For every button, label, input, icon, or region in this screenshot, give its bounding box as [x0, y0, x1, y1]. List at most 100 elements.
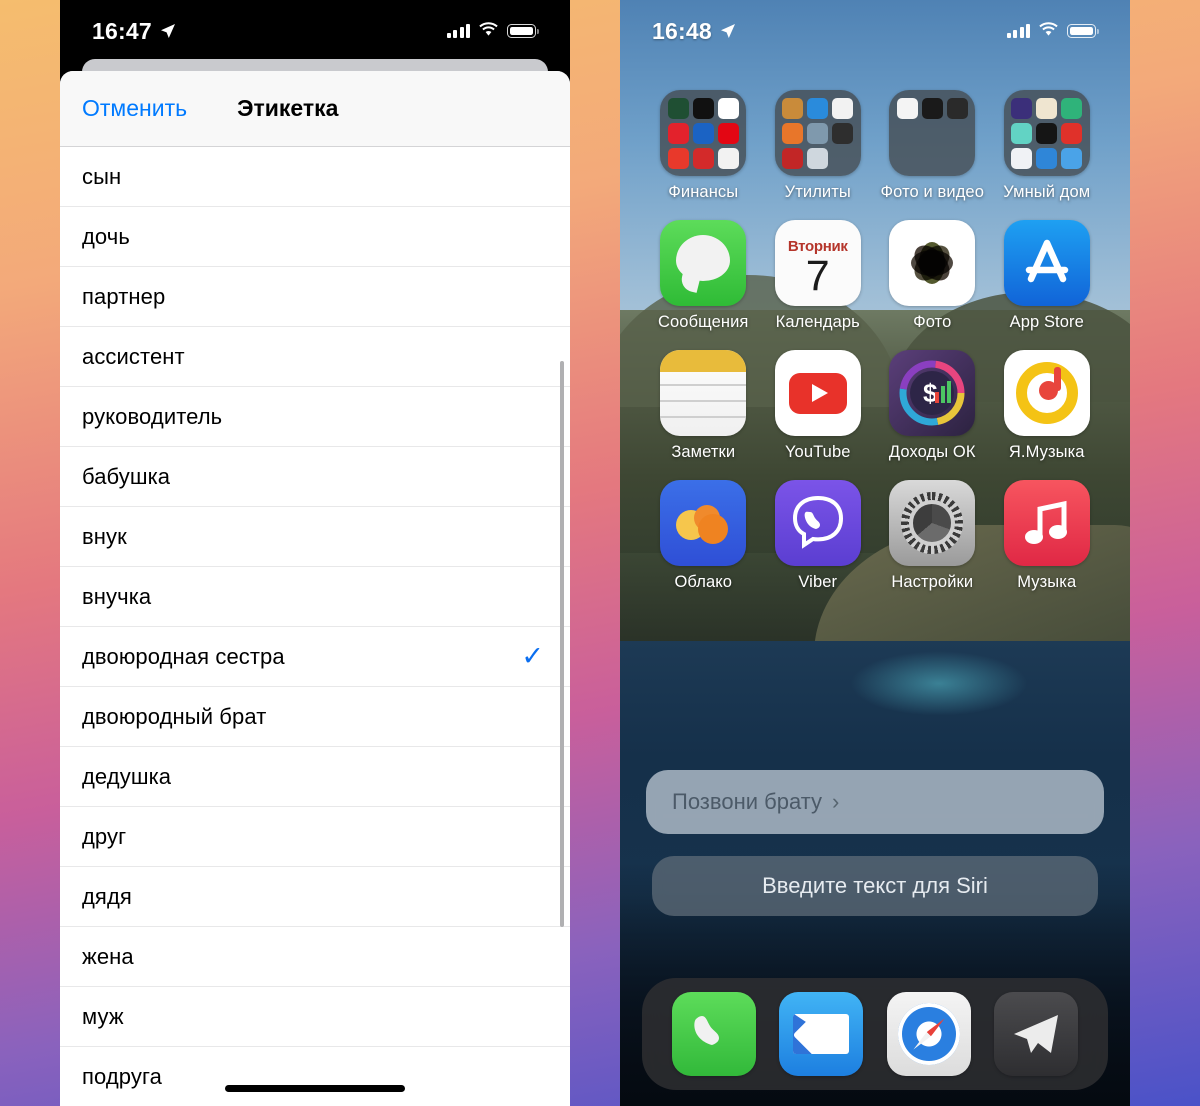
home-app-icon[interactable]: $ Доходы ОК	[875, 350, 990, 462]
chevron-right-icon: ›	[832, 789, 840, 814]
wifi-icon	[479, 21, 498, 41]
home-app-icon[interactable]: YouTube	[761, 350, 876, 462]
list-item[interactable]: дочь	[60, 207, 570, 267]
messages-icon[interactable]	[660, 220, 747, 306]
viber-icon[interactable]	[774, 480, 861, 566]
folder-mini-icon	[717, 123, 739, 144]
home-app-icon[interactable]: Музыка	[990, 480, 1105, 592]
home-app-icon[interactable]: Viber	[761, 480, 876, 592]
list-item[interactable]: партнер	[60, 267, 570, 327]
list-item[interactable]: жена	[60, 927, 570, 987]
folder-mini-icon	[692, 98, 714, 119]
list-item[interactable]: внук	[60, 507, 570, 567]
list-item[interactable]: ассистент	[60, 327, 570, 387]
yandex-music-icon[interactable]	[1003, 350, 1090, 436]
folder-mini-icon	[832, 148, 853, 169]
home-folder[interactable]: Финансы	[646, 90, 761, 202]
appstore-icon[interactable]	[1003, 220, 1090, 306]
home-folder[interactable]: Умный дом	[990, 90, 1105, 202]
list-item-label: дедушка	[82, 763, 172, 789]
app-label: Я.Музыка	[1008, 443, 1085, 461]
photos-icon[interactable]	[889, 220, 976, 306]
app-label: Viber	[798, 573, 838, 591]
home-app-icon[interactable]: Облако	[646, 480, 761, 592]
dock	[642, 978, 1108, 1090]
battery-icon	[507, 24, 539, 38]
folder-mini-icon	[896, 98, 918, 119]
folder-mini-icon	[947, 123, 968, 144]
safari-compass-icon[interactable]	[886, 992, 971, 1076]
folder-mini-icon	[1036, 98, 1058, 119]
folder-mini-icon	[807, 123, 829, 144]
home-folder[interactable]: Утилиты	[761, 90, 876, 202]
left-status-bar: 16:47	[60, 0, 570, 62]
location-arrow-icon	[720, 23, 736, 39]
folder-mini-icon	[1036, 148, 1058, 169]
list-item-label: сын	[82, 163, 122, 189]
telegram-plane-icon[interactable]	[994, 992, 1079, 1076]
folder-icon[interactable]	[660, 90, 747, 176]
folder-mini-icon	[1061, 148, 1083, 169]
folder-mini-icon	[807, 98, 829, 119]
app-label: Сообщения	[658, 313, 749, 331]
folder-mini-icon	[1061, 98, 1083, 119]
folder-mini-icon	[897, 123, 918, 144]
left-phone-screenshot: 16:47 Отменить Этикетка сын дочь партнер…	[60, 0, 570, 1106]
list-item[interactable]: друг	[60, 807, 570, 867]
folder-mini-icon	[807, 148, 829, 169]
cloud-mail-icon[interactable]	[660, 480, 747, 566]
home-app-icon[interactable]: App Store	[990, 220, 1105, 332]
folder-mini-icon	[922, 123, 943, 144]
list-item[interactable]: двоюродная сестра ✓	[60, 627, 570, 687]
notes-icon[interactable]	[660, 350, 747, 436]
dohody-ok-icon[interactable]: $	[889, 350, 976, 436]
calendar-icon[interactable]: Вторник 7	[774, 220, 861, 306]
folder-mini-icon	[1011, 123, 1033, 144]
phone-icon[interactable]	[671, 992, 756, 1076]
home-app-icon[interactable]: Заметки	[646, 350, 761, 462]
list-item[interactable]: бабушка	[60, 447, 570, 507]
list-item-label: подруга	[82, 1063, 162, 1089]
music-note-icon[interactable]	[1003, 480, 1090, 566]
folder-mini-icon	[667, 148, 689, 169]
folder-mini-icon	[782, 123, 804, 144]
home-app-icon[interactable]: Настройки	[875, 480, 990, 592]
folder-mini-icon	[921, 98, 943, 119]
folder-mini-icon	[692, 123, 714, 144]
label-option-list[interactable]: сын дочь партнер ассистент руководитель бабуш…	[60, 147, 570, 1106]
home-indicator[interactable]	[225, 1085, 405, 1092]
calendar-date-number: 7	[805, 252, 830, 301]
scrollbar[interactable]	[560, 361, 564, 927]
list-item-label: двоюродный брат	[82, 703, 267, 729]
siri-query-bubble[interactable]: Позвони брату ›	[646, 770, 1104, 834]
list-item[interactable]: дедушка	[60, 747, 570, 807]
sheet-nav-bar: Отменить Этикетка	[60, 71, 570, 147]
folder-mini-icon	[947, 148, 968, 169]
app-label: Утилиты	[784, 183, 851, 201]
folder-icon[interactable]	[889, 90, 976, 176]
home-app-icon[interactable]: Фото	[875, 220, 990, 332]
list-item[interactable]: внучка	[60, 567, 570, 627]
settings-gear-icon[interactable]	[889, 480, 976, 566]
list-item[interactable]: дядя	[60, 867, 570, 927]
list-item[interactable]: сын	[60, 147, 570, 207]
folder-mini-icon	[782, 148, 804, 169]
list-item[interactable]: двоюродный брат	[60, 687, 570, 747]
mail-icon[interactable]	[779, 992, 864, 1076]
folder-icon[interactable]	[774, 90, 861, 176]
folder-icon[interactable]	[1003, 90, 1090, 176]
youtube-icon[interactable]	[774, 350, 861, 436]
folder-mini-icon	[667, 98, 689, 119]
list-item[interactable]: муж	[60, 987, 570, 1047]
siri-text-input[interactable]: Введите текст для Siri	[652, 856, 1098, 916]
home-app-icon[interactable]: Я.Музыка	[990, 350, 1105, 462]
list-item[interactable]: руководитель	[60, 387, 570, 447]
list-item[interactable]: подруга	[60, 1047, 570, 1106]
status-bar-right	[1006, 21, 1099, 41]
cancel-button[interactable]: Отменить	[82, 95, 187, 122]
folder-mini-icon	[922, 148, 943, 169]
home-app-icon[interactable]: Сообщения	[646, 220, 761, 332]
app-label: Заметки	[671, 443, 736, 461]
home-app-icon[interactable]: Вторник 7 Календарь	[761, 220, 876, 332]
home-folder[interactable]: Фото и видео	[875, 90, 990, 202]
